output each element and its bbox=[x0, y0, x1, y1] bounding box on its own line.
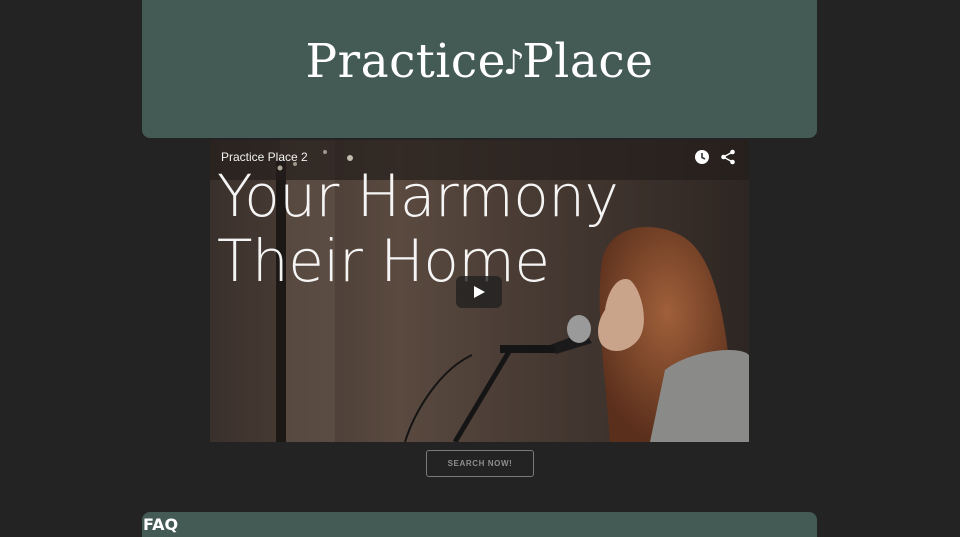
play-icon bbox=[474, 286, 485, 298]
video-overlay-headline-1: Your Harmony bbox=[217, 162, 619, 230]
site-logo[interactable]: Practice♪Place bbox=[142, 34, 817, 89]
video-controls bbox=[694, 149, 736, 165]
page: Practice♪Place Practice Place 2 Your Har… bbox=[0, 0, 960, 537]
music-note-icon: ♪ bbox=[502, 43, 526, 83]
play-button[interactable] bbox=[456, 276, 502, 308]
share-icon[interactable] bbox=[720, 149, 736, 165]
search-now-button[interactable]: SEARCH NOW! bbox=[426, 450, 534, 477]
site-header: Practice♪Place bbox=[142, 0, 817, 138]
watch-later-icon[interactable] bbox=[694, 149, 710, 165]
logo-text-place: Place bbox=[522, 34, 654, 89]
logo-text-practice: Practice bbox=[305, 34, 506, 89]
faq-section: FAQ bbox=[142, 512, 817, 537]
faq-heading: FAQ bbox=[143, 515, 179, 534]
video-player[interactable]: Practice Place 2 Your Harmony Their Home bbox=[210, 140, 749, 442]
